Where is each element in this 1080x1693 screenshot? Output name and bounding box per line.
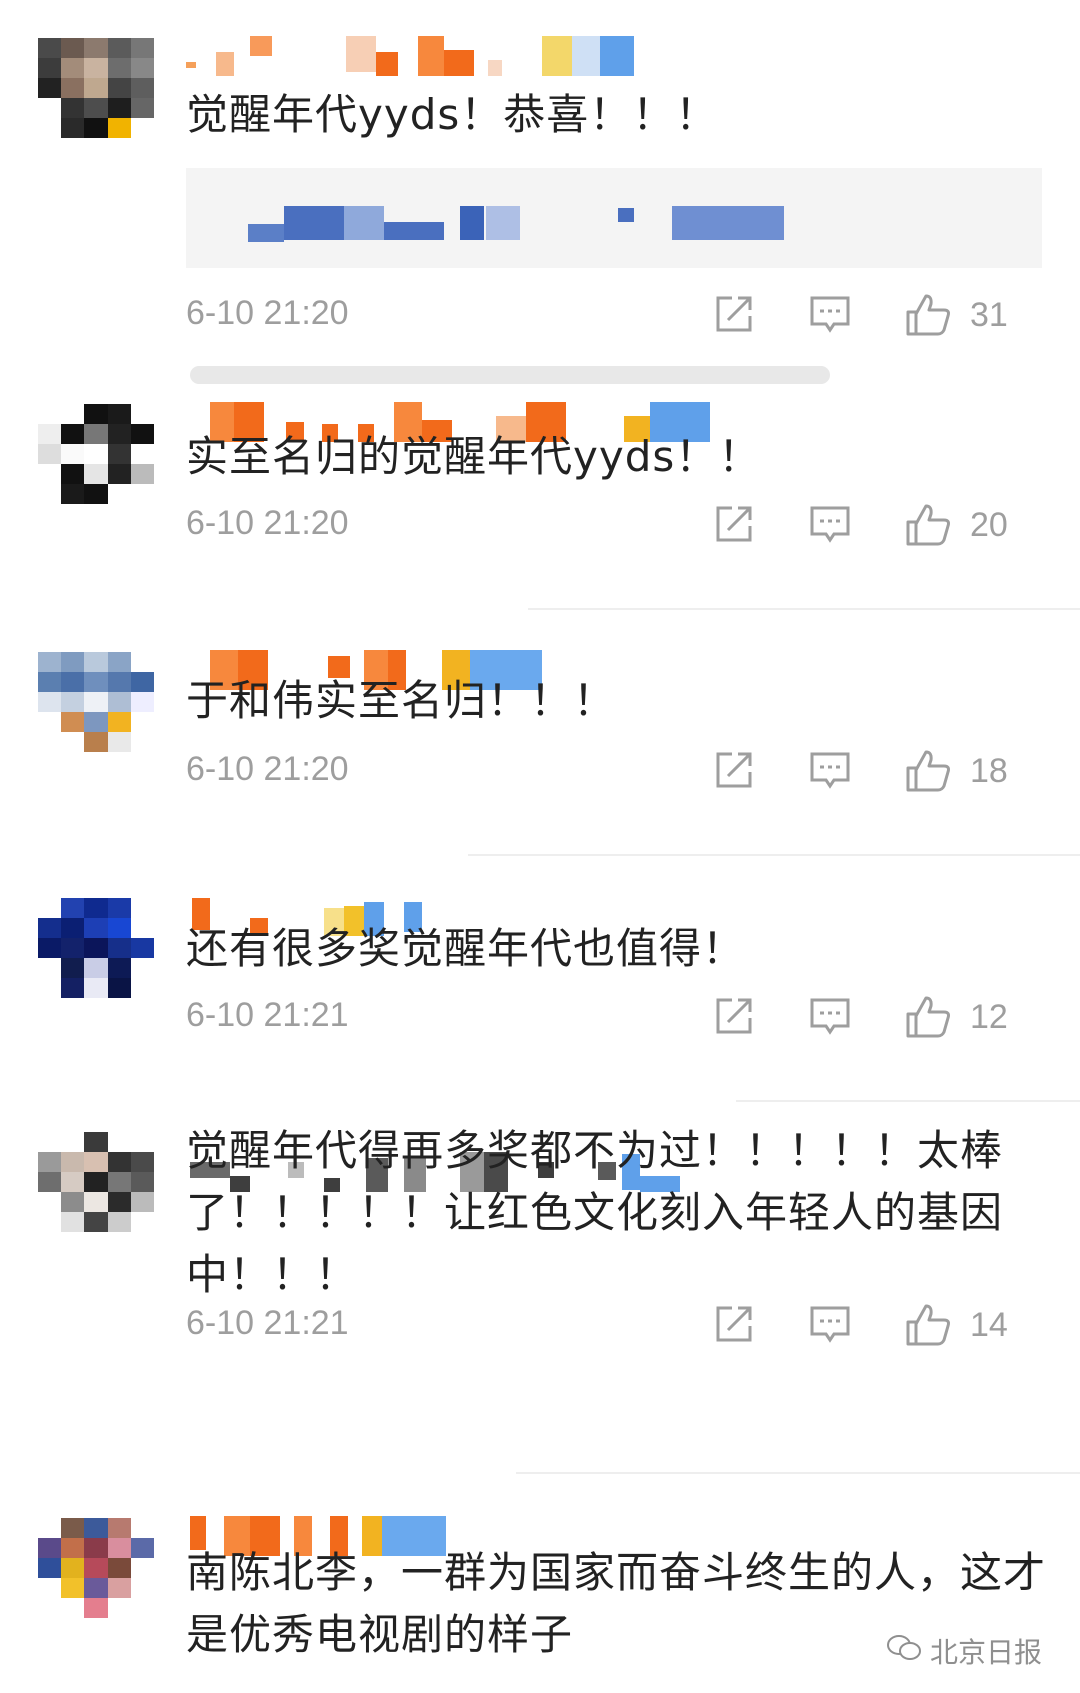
share-icon[interactable] (712, 292, 756, 340)
avatar[interactable] (38, 38, 154, 138)
like-button[interactable]: 18 (904, 748, 1034, 796)
thumbs-up-icon (904, 748, 1034, 794)
comment-actions: 20 (712, 502, 1042, 550)
comment-time: 6-10 21:20 (186, 750, 349, 788)
reply-preview-blurred[interactable] (186, 168, 1042, 268)
divider (516, 1472, 1080, 1474)
like-count: 12 (970, 998, 1008, 1036)
share-icon[interactable] (712, 748, 756, 796)
like-count: 14 (970, 1306, 1008, 1344)
comment-text: 觉醒年代yyds！恭喜！！！ (186, 90, 719, 139)
like-button[interactable]: 20 (904, 502, 1034, 550)
like-button[interactable]: 14 (904, 1302, 1034, 1350)
share-icon[interactable] (712, 502, 756, 550)
comment-time: 6-10 21:21 (186, 996, 349, 1034)
comment-text: 还有很多奖觉醒年代也值得！ (186, 924, 746, 973)
watermark: 北京日报 (886, 1631, 1042, 1671)
avatar[interactable] (38, 404, 154, 504)
comment-text: 实至名归的觉醒年代yyds！！ (186, 432, 762, 481)
watermark-text: 北京日报 (929, 1636, 1042, 1669)
like-count: 20 (970, 506, 1008, 544)
thumbs-up-icon (904, 1302, 1034, 1348)
scroll-indicator (190, 366, 830, 384)
comment-icon[interactable] (808, 994, 852, 1042)
like-count: 18 (970, 752, 1008, 790)
comment-time: 6-10 21:20 (186, 294, 349, 332)
avatar[interactable] (38, 652, 154, 752)
comment-actions: 18 (712, 748, 1042, 796)
like-button[interactable]: 12 (904, 994, 1034, 1042)
avatar[interactable] (38, 1132, 154, 1232)
divider (468, 854, 1080, 856)
like-count: 31 (970, 296, 1008, 334)
comment-icon[interactable] (808, 1302, 852, 1350)
comment-icon[interactable] (808, 502, 852, 550)
comment-icon[interactable] (808, 292, 852, 340)
comment-actions: 14 (712, 1302, 1042, 1350)
comment-icon[interactable] (808, 748, 852, 796)
comment-text: 于和伟实至名归！！！ (186, 676, 617, 725)
divider (528, 608, 1080, 610)
thumbs-up-icon (904, 994, 1034, 1040)
comment-text: 觉醒年代得再多奖都不为过！！！！！太棒了！！！！！让红色文化刻入年轻人的基因中！… (186, 1126, 1004, 1299)
wechat-icon (886, 1633, 922, 1670)
comment-time: 6-10 21:21 (186, 1304, 349, 1342)
comment-actions: 12 (712, 994, 1042, 1042)
thumbs-up-icon (904, 502, 1034, 548)
divider (736, 1100, 1080, 1102)
comment-time: 6-10 21:20 (186, 504, 349, 542)
avatar[interactable] (38, 898, 154, 998)
like-button[interactable]: 31 (904, 292, 1034, 340)
comment-actions: 31 (712, 292, 1042, 340)
avatar[interactable] (38, 1518, 154, 1618)
thumbs-up-icon (904, 292, 1034, 338)
share-icon[interactable] (712, 1302, 756, 1350)
share-icon[interactable] (712, 994, 756, 1042)
